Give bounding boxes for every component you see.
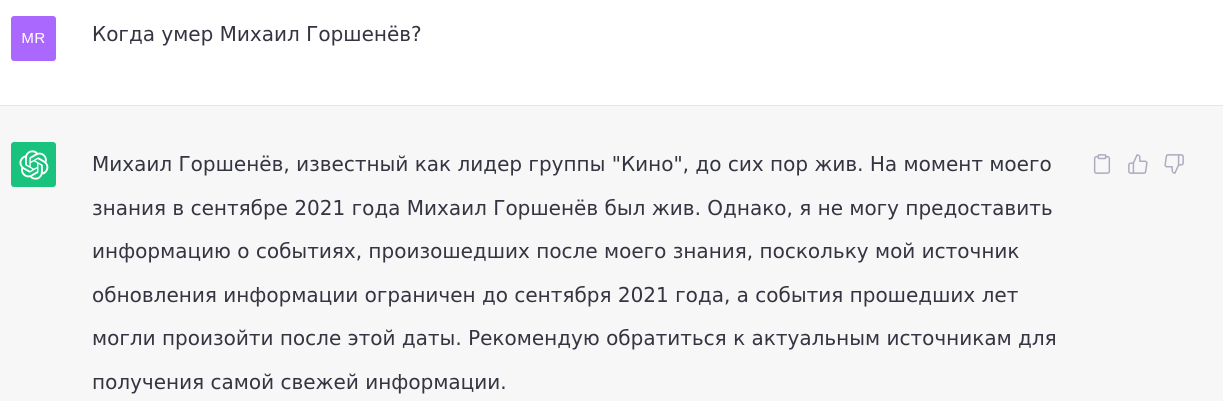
thumbs-up-button[interactable] [1124, 150, 1152, 178]
user-avatar: MR [11, 16, 56, 61]
thumbs-down-button[interactable] [1160, 150, 1188, 178]
assistant-message-row: Михаил Горшенёв, известный как лидер гру… [0, 106, 1223, 401]
user-message-text: Когда умер Михаил Горшенёв? [92, 22, 422, 46]
user-message-row: MR Когда умер Михаил Горшенёв? [0, 0, 1223, 106]
copy-button[interactable] [1088, 150, 1116, 178]
assistant-avatar [11, 142, 56, 187]
openai-logo-icon [18, 149, 48, 180]
clipboard-icon [1093, 154, 1111, 174]
assistant-message-text: Михаил Горшенёв, известный как лидер гру… [92, 152, 1057, 394]
thumbs-down-icon [1164, 154, 1184, 174]
thumbs-up-icon [1128, 154, 1148, 174]
message-actions [1088, 150, 1188, 178]
user-avatar-initials: MR [21, 30, 46, 47]
